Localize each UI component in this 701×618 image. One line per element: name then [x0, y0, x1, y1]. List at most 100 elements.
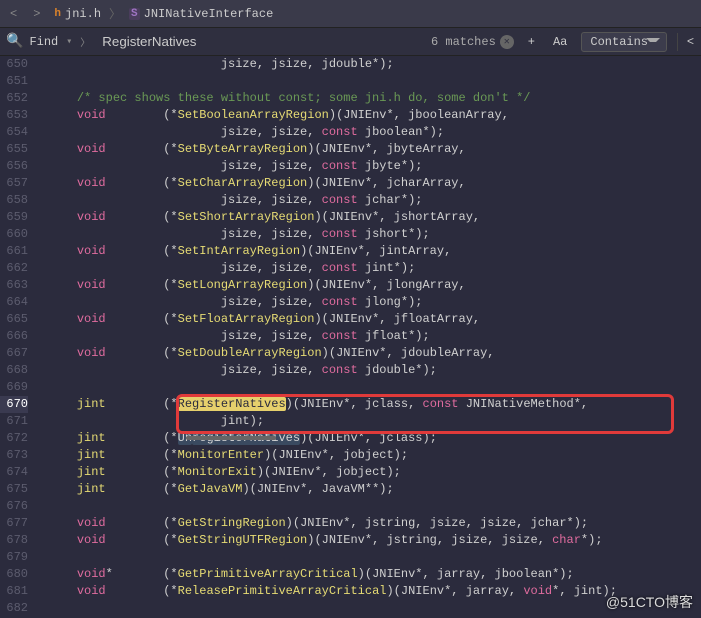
code-line[interactable]: jint (*MonitorEnter)(JNIEnv*, jobject); [48, 447, 701, 464]
code-token: const [322, 125, 358, 139]
case-sensitive-toggle[interactable]: Aa [549, 35, 571, 49]
code-token: (* [106, 397, 178, 411]
search-icon[interactable]: 🔍 [6, 33, 23, 50]
code-line[interactable] [48, 549, 701, 566]
code-token: )(JNIEnv*, jcharArray, [307, 176, 465, 190]
code-line[interactable]: void (*SetByteArrayRegion)(JNIEnv*, jbyt… [48, 141, 701, 158]
code-token: jint [77, 482, 106, 496]
code-line[interactable]: jsize, jsize, const jbyte*); [48, 158, 701, 175]
code-line[interactable] [48, 498, 701, 515]
code-line[interactable]: jint (*UnregisterNatives)(JNIEnv*, jclas… [48, 430, 701, 447]
line-number: 681 [0, 583, 28, 600]
line-number: 672 [0, 430, 28, 447]
code-line[interactable]: jsize, jsize, const jdouble*); [48, 362, 701, 379]
code-line[interactable]: void* (*GetPrimitiveArrayCritical)(JNIEn… [48, 566, 701, 583]
code-line[interactable]: void (*GetStringRegion)(JNIEnv*, jstring… [48, 515, 701, 532]
code-token: void [77, 210, 106, 224]
line-number: 673 [0, 447, 28, 464]
match-mode-dropdown[interactable]: Contains [581, 32, 667, 52]
code-line[interactable]: void (*SetShortArrayRegion)(JNIEnv*, jsh… [48, 209, 701, 226]
header-file-icon: h [54, 8, 61, 20]
code-token: )(JNIEnv*, jobject); [257, 465, 401, 479]
code-line[interactable] [48, 379, 701, 396]
code-line[interactable] [48, 73, 701, 90]
line-number: 658 [0, 192, 28, 209]
code-line[interactable]: jint (*MonitorExit)(JNIEnv*, jobject); [48, 464, 701, 481]
code-line[interactable]: void (*SetLongArrayRegion)(JNIEnv*, jlon… [48, 277, 701, 294]
code-token: (* [106, 584, 178, 598]
code-token: )(JNIEnv*, jbyteArray, [307, 142, 465, 156]
collapse-find-button[interactable]: < [677, 33, 695, 51]
code-token: jsize, jsize, jdouble*); [221, 57, 394, 71]
code-token: RegisterNatives [178, 397, 286, 411]
horizontal-scroll-thumb[interactable] [186, 436, 276, 440]
breadcrumb-symbol[interactable]: S JNINativeInterface [125, 5, 277, 23]
code-line[interactable]: jint (*GetJavaVM)(JNIEnv*, JavaVM**); [48, 481, 701, 498]
code-line[interactable]: jsize, jsize, const jlong*); [48, 294, 701, 311]
code-token: (* [106, 278, 178, 292]
line-number: 674 [0, 464, 28, 481]
code-token: ReleasePrimitiveArrayCritical [178, 584, 387, 598]
code-token: SetDoubleArrayRegion [178, 346, 322, 360]
code-line[interactable]: jint); [48, 413, 701, 430]
code-line[interactable] [48, 600, 701, 617]
line-number: 675 [0, 481, 28, 498]
code-line[interactable]: void (*GetStringUTFRegion)(JNIEnv*, jstr… [48, 532, 701, 549]
code-token: )(JNIEnv*, jstring, jsize, jsize, [307, 533, 552, 547]
code-line[interactable]: jsize, jsize, const jchar*); [48, 192, 701, 209]
line-number: 655 [0, 141, 28, 158]
code-line[interactable]: jint (*RegisterNatives)(JNIEnv*, jclass,… [48, 396, 701, 413]
find-input[interactable] [96, 32, 285, 51]
code-token: jsize, jsize, [221, 295, 322, 309]
code-token: jshort*); [358, 227, 430, 241]
code-token: jint [77, 448, 106, 462]
line-number: 676 [0, 498, 28, 515]
code-token: MonitorExit [178, 465, 257, 479]
code-token: void [77, 567, 106, 581]
editor-pane[interactable]: 6506516526536546556566576586596606616626… [0, 56, 701, 618]
code-line[interactable]: void (*SetIntArrayRegion)(JNIEnv*, jintA… [48, 243, 701, 260]
add-search-button[interactable]: + [524, 35, 539, 49]
code-token: (* [106, 108, 178, 122]
code-token: jboolean*); [358, 125, 444, 139]
code-token: (* [106, 210, 178, 224]
code-line[interactable]: void (*ReleasePrimitiveArrayCritical)(JN… [48, 583, 701, 600]
code-line[interactable]: void (*SetBooleanArrayRegion)(JNIEnv*, j… [48, 107, 701, 124]
line-number: 657 [0, 175, 28, 192]
code-line[interactable]: jsize, jsize, const jshort*); [48, 226, 701, 243]
chevron-down-icon[interactable]: ▾ [66, 36, 72, 48]
code-token: jfloat*); [358, 329, 430, 343]
code-line[interactable]: void (*SetFloatArrayRegion)(JNIEnv*, jfl… [48, 311, 701, 328]
code-token: )(JNIEnv*, jshortArray, [314, 210, 480, 224]
code-token: )(JNIEnv*, jfloatArray, [314, 312, 480, 326]
code-token: )(JNIEnv*, jarray, jboolean*); [358, 567, 574, 581]
code-line[interactable]: jsize, jsize, jdouble*); [48, 56, 701, 73]
code-token: jsize, jsize, [221, 363, 322, 377]
code-token: MonitorEnter [178, 448, 264, 462]
line-number: 671 [0, 413, 28, 430]
code-line[interactable]: /* spec shows these without const; some … [48, 90, 701, 107]
code-line[interactable]: jsize, jsize, const jfloat*); [48, 328, 701, 345]
code-token: const [322, 261, 358, 275]
code-token: SetByteArrayRegion [178, 142, 308, 156]
code-area[interactable]: jsize, jsize, jdouble*); /* spec shows t… [36, 56, 701, 618]
code-token: void [77, 278, 106, 292]
code-token: jsize, jsize, [221, 159, 322, 173]
code-line[interactable]: void (*SetDoubleArrayRegion)(JNIEnv*, jd… [48, 345, 701, 362]
code-token: )(JNIEnv*, jstring, jsize, jsize, jchar*… [286, 516, 588, 530]
code-line[interactable]: jsize, jsize, const jint*); [48, 260, 701, 277]
code-token: const [322, 159, 358, 173]
code-line[interactable]: jsize, jsize, const jboolean*); [48, 124, 701, 141]
find-mode-label[interactable]: Find [29, 35, 58, 49]
line-number: 682 [0, 600, 28, 617]
breadcrumb-file[interactable]: h jni.h [50, 5, 105, 23]
nav-back-button[interactable]: < [4, 5, 23, 23]
code-line[interactable]: void (*SetCharArrayRegion)(JNIEnv*, jcha… [48, 175, 701, 192]
line-number: 680 [0, 566, 28, 583]
code-token: void [77, 346, 106, 360]
code-token: (* [106, 431, 178, 445]
code-token: jint [77, 397, 106, 411]
clear-search-button[interactable]: ✕ [500, 35, 514, 49]
code-token: jsize, jsize, [221, 193, 322, 207]
nav-forward-button[interactable]: > [27, 5, 46, 23]
